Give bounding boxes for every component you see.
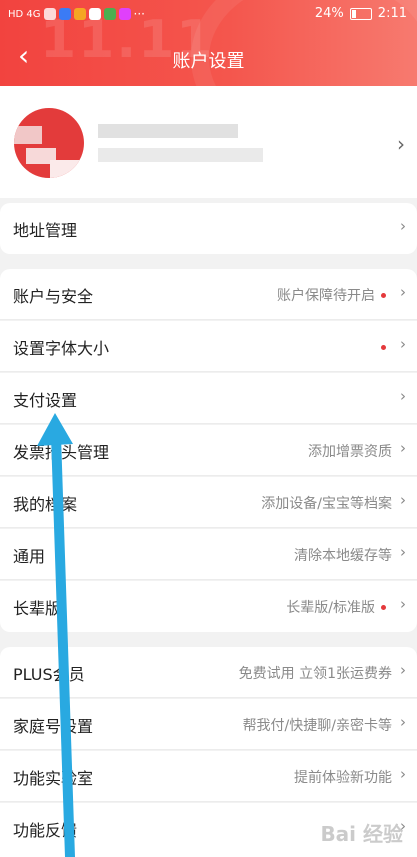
row-label: 通用 [13, 547, 46, 566]
row-general[interactable]: 通用 清除本地缓存等 › [0, 529, 417, 580]
clock: 2:11 [377, 6, 407, 21]
row-value: 提前体验新功能 [294, 770, 392, 786]
avatar [14, 108, 84, 178]
row-my-profile[interactable]: 我的档案 添加设备/宝宝等档案 › [0, 477, 417, 528]
row-label: 我的档案 [13, 495, 78, 514]
row-value: 添加设备/宝宝等档案 [261, 496, 392, 512]
signal-indicator: HD 4G [8, 8, 41, 20]
watermark: Bai 经验 [320, 822, 403, 846]
chevron-right-icon: › [400, 543, 406, 561]
more-notifications: ··· [133, 7, 145, 21]
red-dot-badge [381, 345, 386, 350]
chevron-right-icon: › [400, 765, 406, 783]
red-dot-badge [381, 605, 386, 610]
row-feature-lab[interactable]: 功能实验室 提前体验新功能 › [0, 751, 417, 802]
row-font-size[interactable]: 设置字体大小 › [0, 321, 417, 372]
row-account-security[interactable]: 账户与安全 账户保障待开启 › [0, 269, 417, 320]
chevron-right-icon: › [400, 387, 406, 405]
row-value: 账户保障待开启 [277, 288, 375, 304]
search-app-icon [58, 8, 71, 20]
photos-app-icon [118, 8, 131, 20]
chevron-right-icon: › [397, 132, 405, 156]
row-value: 帮我付/快捷聊/亲密卡等 [242, 718, 392, 734]
row-label: 账户与安全 [13, 287, 94, 306]
row-label: 功能实验室 [13, 769, 94, 788]
row-label: 功能反馈 [13, 821, 78, 840]
battery-percent: 24% [314, 6, 344, 21]
game-app-icon [103, 8, 116, 20]
row-label: PLUS会员 [13, 665, 85, 684]
header-bar: 11.11 HD 4G ··· 24% 2:11 ‹ 账户设置 [0, 0, 417, 86]
status-bar: HD 4G ··· 24% 2:11 [0, 0, 417, 28]
row-family-account[interactable]: 家庭号设置 帮我付/快捷聊/亲密卡等 › [0, 699, 417, 750]
chevron-right-icon: › [400, 335, 406, 353]
chevron-right-icon: › [400, 661, 406, 679]
row-label: 发票抬头管理 [13, 443, 110, 462]
chevron-right-icon: › [400, 217, 406, 235]
chevron-right-icon: › [400, 713, 406, 731]
profile-card[interactable]: › [0, 86, 417, 198]
chevron-right-icon: › [400, 595, 406, 613]
shield-app-icon [88, 8, 101, 20]
row-value: 添加增票资质 [308, 444, 392, 460]
row-value: 清除本地缓存等 [294, 548, 392, 564]
username-blurred [98, 124, 238, 138]
row-value: 长辈版/标准版 [286, 600, 375, 616]
account-info-blurred [98, 148, 263, 162]
chevron-right-icon: › [400, 491, 406, 509]
red-dot-badge [381, 293, 386, 298]
row-value: 免费试用 立领1张运费券 [238, 666, 392, 682]
row-label: 长辈版 [13, 599, 62, 618]
row-invoice-title[interactable]: 发票抬头管理 添加增票资质 › [0, 425, 417, 476]
row-label: 地址管理 [13, 221, 78, 240]
app-icon [73, 8, 86, 20]
row-label: 家庭号设置 [13, 717, 94, 736]
row-address[interactable]: 地址管理 › [0, 203, 417, 254]
chevron-right-icon: › [400, 439, 406, 457]
chevron-right-icon: › [400, 283, 406, 301]
row-payment-settings[interactable]: 支付设置 › [0, 373, 417, 424]
row-elder-mode[interactable]: 长辈版 长辈版/标准版 › [0, 581, 417, 632]
wifi-icon [43, 8, 56, 20]
row-label: 支付设置 [13, 391, 78, 410]
row-label: 设置字体大小 [13, 339, 110, 358]
page-title: 账户设置 [172, 51, 245, 72]
battery-icon [349, 7, 372, 20]
row-plus-member[interactable]: PLUS会员 免费试用 立领1张运费券 › [0, 647, 417, 698]
